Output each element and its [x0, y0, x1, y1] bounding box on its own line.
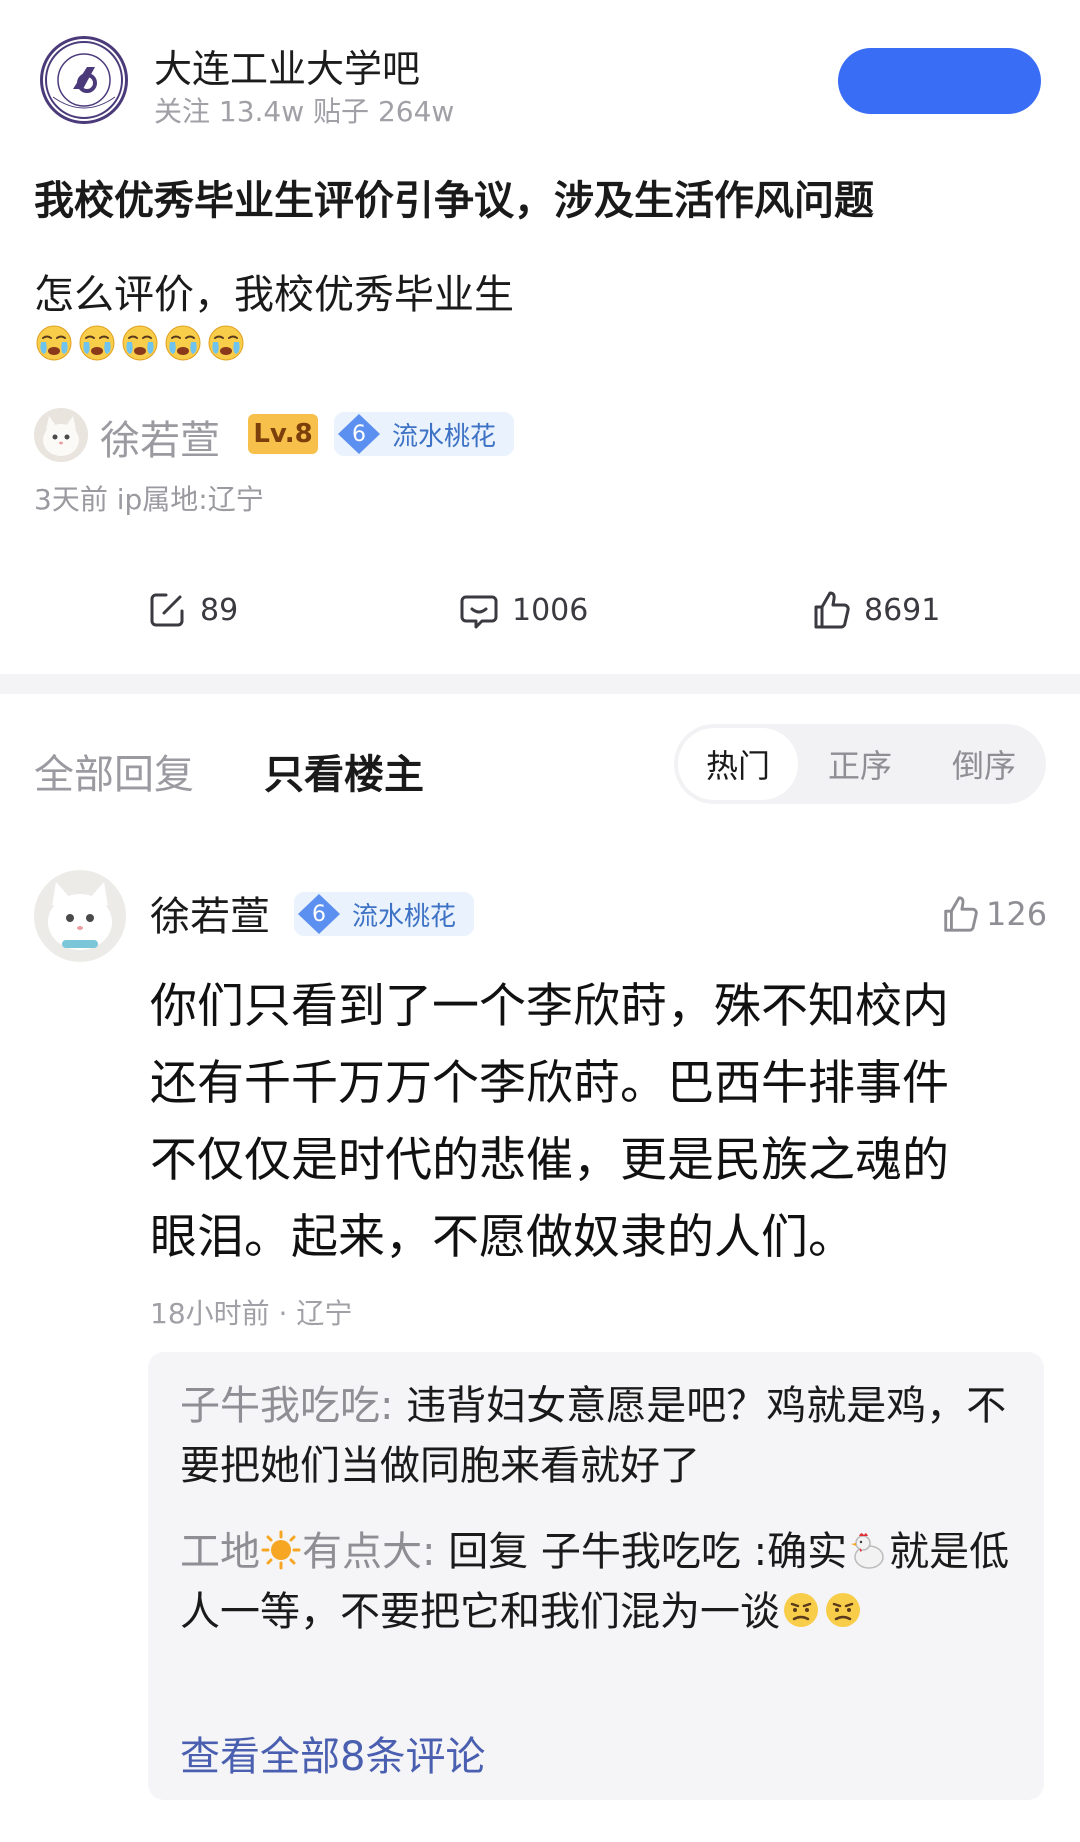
- sort-descending[interactable]: 倒序: [922, 724, 1046, 804]
- honor-badge: 6 流水桃花: [334, 412, 515, 456]
- sort-hot[interactable]: 热门: [678, 728, 798, 800]
- reply-text: 回复 子牛我吃吃 :确实: [435, 1529, 848, 1575]
- cat-avatar-icon: [34, 408, 88, 462]
- tab-op-only[interactable]: 只看楼主: [264, 742, 424, 800]
- follow-button[interactable]: [838, 48, 1041, 114]
- author-name[interactable]: 徐若萱: [100, 408, 220, 466]
- reply-author-part: 工地: [180, 1529, 260, 1575]
- sort-toggle: 热门 正序 倒序: [674, 724, 1046, 804]
- tab-all-replies[interactable]: 全部回复: [34, 742, 194, 800]
- sun-icon: [261, 1530, 301, 1570]
- comment-icon: [460, 595, 498, 629]
- like-count: 8691: [864, 592, 941, 628]
- emoji-row: [34, 322, 246, 362]
- crying-face-icon: [165, 325, 201, 361]
- comment-avatar[interactable]: [34, 870, 126, 962]
- share-icon: [150, 593, 184, 627]
- chicken-icon: [851, 1533, 884, 1569]
- forum-name[interactable]: 大连工业大学吧: [154, 38, 420, 93]
- comment-honor-level: 6: [312, 901, 326, 927]
- forum-stats: 关注 13.4w 贴子 264w: [154, 95, 455, 128]
- post-body: 怎么评价，我校优秀毕业生: [34, 272, 514, 318]
- post-title: 我校优秀毕业生评价引争议，涉及生活作风问题: [34, 178, 874, 224]
- share-count: 89: [200, 592, 239, 628]
- comment-honor-badge: 6 流水桃花: [294, 892, 475, 936]
- thinking-face-icon: [826, 1593, 860, 1627]
- crying-face-icon: [36, 325, 72, 361]
- thumbs-up-icon: [944, 896, 978, 932]
- post-meta: 3天前 ip属地:辽宁: [34, 483, 264, 516]
- crying-face-icon: [208, 325, 244, 361]
- reply-box: 子牛我吃吃: 违背妇女意愿是吧？鸡就是鸡，不要把她们当做同胞来看就好了 工地 有点…: [148, 1352, 1044, 1800]
- comment-like-button[interactable]: 126: [940, 892, 1047, 936]
- reply-author-part: 有点大:: [302, 1529, 436, 1575]
- reply-author[interactable]: 工地 有点大:: [180, 1529, 435, 1575]
- author-avatar[interactable]: [34, 408, 88, 462]
- comment-author[interactable]: 徐若萱: [150, 884, 270, 942]
- comment-count: 1006: [512, 592, 589, 628]
- comment-text: 你们只看到了一个李欣莳，殊不知校内 还有千千万万个李欣莳。巴西牛排事件 不仅仅是…: [150, 979, 949, 1265]
- honor-level: 6: [352, 421, 366, 447]
- crying-face-icon: [122, 325, 158, 361]
- cat-avatar-icon: [34, 870, 126, 962]
- reply-author[interactable]: 子牛我吃吃:: [180, 1383, 393, 1429]
- thinking-face-icon: [784, 1593, 818, 1627]
- view-all-comments-link[interactable]: 查看全部8条评论: [180, 1724, 485, 1782]
- honor-title: 流水桃花: [392, 421, 497, 452]
- school-seal-icon: [45, 41, 123, 119]
- thumbs-up-icon: [814, 591, 850, 629]
- sort-ascending[interactable]: 正序: [798, 724, 922, 804]
- reply-item: 工地 有点大: 回复 子牛我吃吃 :确实 就是低人一等，不要把它和我们混为一谈: [180, 1522, 1020, 1642]
- section-divider: [0, 674, 1080, 694]
- reply-item: 子牛我吃吃: 违背妇女意愿是吧？鸡就是鸡，不要把她们当做同胞来看就好了: [180, 1376, 1020, 1496]
- comment-like-count: 126: [986, 895, 1048, 933]
- share-button[interactable]: 89: [146, 588, 238, 632]
- comment-button[interactable]: 1006: [458, 588, 588, 632]
- like-button[interactable]: 8691: [810, 588, 940, 632]
- level-badge: Lv.8: [248, 414, 318, 454]
- forum-logo[interactable]: [40, 36, 128, 124]
- crying-face-icon: [79, 325, 115, 361]
- comment-honor-title: 流水桃花: [352, 901, 457, 932]
- comment-meta: 18小时前 · 辽宁: [150, 1297, 353, 1330]
